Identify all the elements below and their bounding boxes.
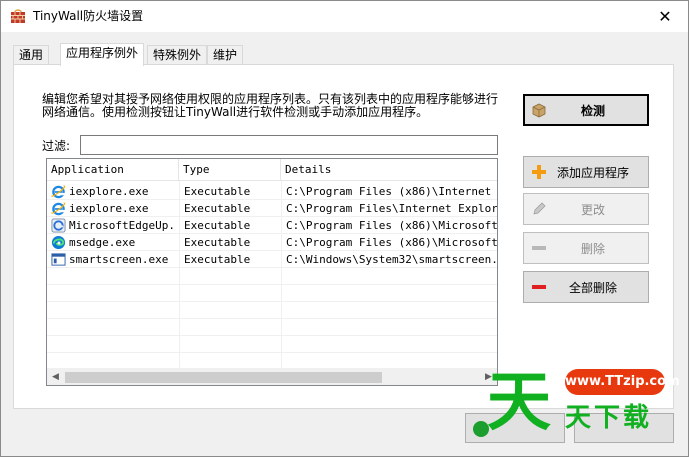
empty-row (47, 302, 497, 319)
edge-icon (51, 235, 66, 250)
modify-label: 更改 (580, 202, 605, 217)
empty-row (47, 319, 497, 336)
watermark-url-badge: www.TTzip.com (565, 369, 680, 395)
list-header: Application Type Details (47, 159, 497, 181)
scroll-left-arrow-icon[interactable]: ◀ (47, 369, 64, 385)
site-watermark: 天 www.TTzip.com 天下载 (479, 361, 689, 457)
settings-window: TinyWall防火墙设置 ✕ 通用 应用程序例外 特殊例外 维护 编辑您希望对… (0, 0, 689, 457)
cell-details: C:\Program Files (x86)\Microsoft\Ed (286, 236, 498, 249)
title-bar: TinyWall防火墙设置 ✕ (1, 1, 688, 32)
cell-details: C:\Program Files\Internet Explorer\ (286, 202, 498, 215)
scrollbar-thumb[interactable] (65, 372, 382, 383)
cell-type: Executable (184, 219, 251, 232)
add-application-button[interactable]: 添加应用程序 (523, 156, 649, 188)
column-header-details[interactable]: Details (281, 159, 497, 181)
cell-details: C:\Program Files (x86)\Microsoft\Ed (286, 219, 498, 232)
red-minus-icon (532, 285, 546, 289)
cell-details: C:\Program Files (x86)\Internet Exp (286, 185, 498, 198)
modify-button[interactable]: 更改 (523, 193, 649, 225)
cell-application: iexplore.exe (69, 202, 149, 215)
horizontal-scrollbar[interactable]: ◀ ▶ (47, 368, 497, 385)
application-list[interactable]: Application Type Details iexplore.exe Ex… (46, 158, 498, 386)
plus-icon (532, 165, 546, 179)
tab-panel: 编辑您希望对其授予网络使用权限的应用程序列表。只有该列表中的应用程序能够进行网络… (13, 64, 674, 409)
table-row[interactable]: iexplore.exe Executable C:\Program Files… (47, 183, 497, 200)
box-icon (532, 103, 546, 118)
window-app-icon (51, 253, 66, 266)
remove-button[interactable]: 删除 (523, 232, 649, 264)
watermark-large-char: 天 (487, 366, 551, 440)
tab-maintenance[interactable]: 维护 (207, 45, 244, 65)
close-icon: ✕ (658, 7, 672, 26)
remove-label: 删除 (580, 241, 605, 256)
cell-type: Executable (184, 185, 251, 198)
empty-row (47, 285, 497, 302)
filter-input[interactable] (80, 135, 498, 155)
filter-label: 过滤: (42, 139, 71, 153)
edge-legacy-icon (51, 218, 66, 233)
empty-row (47, 336, 497, 353)
cell-application: msedge.exe (69, 236, 136, 249)
column-header-application[interactable]: Application (47, 159, 179, 181)
detect-button[interactable]: 检测 (523, 94, 649, 126)
remove-all-label: 全部删除 (568, 280, 617, 295)
table-row[interactable]: smartscreen.exe Executable C:\Windows\Sy… (47, 251, 497, 268)
cell-type: Executable (184, 202, 251, 215)
column-header-type[interactable]: Type (179, 159, 281, 181)
cell-application: iexplore.exe (69, 185, 149, 198)
minus-icon (532, 246, 546, 250)
ie-icon (51, 185, 66, 199)
close-button[interactable]: ✕ (642, 1, 688, 32)
empty-row (47, 268, 497, 285)
tab-special-exceptions[interactable]: 特殊例外 (147, 45, 208, 65)
cell-application: MicrosoftEdgeUp... (69, 219, 177, 232)
cell-type: Executable (184, 253, 251, 266)
cell-type: Executable (184, 236, 251, 249)
firewall-brick-icon (11, 9, 25, 23)
tab-general[interactable]: 通用 (13, 45, 50, 65)
table-row[interactable]: msedge.exe Executable C:\Program Files (… (47, 234, 497, 251)
description-text: 编辑您希望对其授予网络使用权限的应用程序列表。只有该列表中的应用程序能够进行网络… (42, 92, 499, 119)
table-row[interactable]: iexplore.exe Executable C:\Program Files… (47, 200, 497, 217)
window-title: TinyWall防火墙设置 (33, 9, 144, 23)
remove-all-button[interactable]: 全部删除 (523, 271, 649, 303)
cell-details: C:\Windows\System32\smartscreen.exe (286, 253, 498, 266)
table-row[interactable]: MicrosoftEdgeUp... Executable C:\Program… (47, 217, 497, 234)
add-application-label: 添加应用程序 (556, 165, 629, 180)
ie-icon (51, 202, 66, 216)
pencil-icon (533, 202, 546, 215)
detect-label: 检测 (580, 103, 605, 118)
watermark-text: 天下载 (565, 403, 653, 433)
cell-application: smartscreen.exe (69, 253, 169, 266)
tab-app-exceptions[interactable]: 应用程序例外 (60, 43, 145, 66)
